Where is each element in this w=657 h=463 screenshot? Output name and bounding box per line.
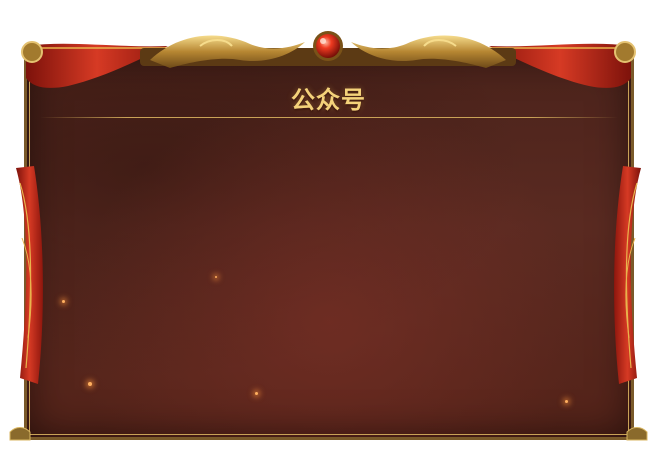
red-curtain-left [16, 41, 168, 384]
corner-ornament-left [9, 427, 31, 441]
corner-ornament-right [626, 427, 648, 441]
golden-dragon-crest-icon [140, 31, 516, 68]
ember-particle [215, 276, 217, 278]
red-jewel-icon [316, 34, 340, 58]
red-curtain-right [489, 41, 641, 384]
ember-particle [255, 392, 258, 395]
dialog-window: 公众号 [0, 0, 657, 463]
